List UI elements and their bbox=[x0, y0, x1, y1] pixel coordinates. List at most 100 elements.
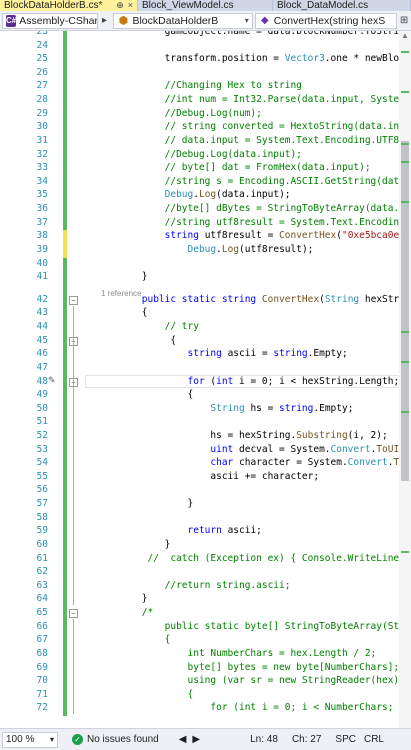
nav-arrow-icon[interactable]: ▸ bbox=[98, 13, 112, 29]
scrollbar-thumb[interactable] bbox=[401, 141, 409, 481]
code-token: //byte[] dBytes = StringToByteArray(data… bbox=[96, 203, 411, 215]
code-token: /* bbox=[96, 607, 154, 619]
code-token: .Empty; bbox=[307, 348, 348, 360]
nav-forward-icon[interactable]: ▶ bbox=[192, 734, 200, 745]
whitespace-indicator[interactable]: SPC bbox=[335, 734, 356, 745]
code-line[interactable]: { bbox=[96, 389, 194, 400]
project-label: Assembly-CSharp bbox=[19, 14, 98, 27]
code-line[interactable]: { bbox=[96, 335, 176, 346]
code-line[interactable]: Debug.Log(utf8result); bbox=[96, 244, 314, 255]
code-line[interactable]: byte[] bytes = new byte[NumberChars]; bbox=[96, 662, 400, 673]
fold-toggle-icon[interactable]: − bbox=[69, 609, 78, 619]
code-line[interactable]: return ascii; bbox=[96, 525, 262, 536]
code-line[interactable]: public static byte[] StringToByteArray(S… bbox=[96, 621, 411, 632]
tab-1[interactable]: Block_ViewModel.cs bbox=[138, 0, 273, 11]
pin-icon[interactable]: ⊕ bbox=[116, 0, 124, 11]
code-line[interactable]: // string converted = HextoString(data.i… bbox=[96, 121, 411, 132]
line-number: 26 bbox=[36, 66, 48, 78]
line-number: 42 bbox=[36, 293, 48, 305]
tab-2[interactable]: Block_DataModel.cs bbox=[273, 0, 411, 11]
code-line[interactable]: //int num = Int32.Parse(data.input, Syst… bbox=[96, 94, 411, 105]
code-line[interactable]: /* bbox=[96, 607, 153, 618]
code-line[interactable]: int NumberChars = hex.Length / 2; bbox=[96, 648, 377, 659]
fold-guide-line bbox=[73, 619, 74, 715]
line-number: 69 bbox=[36, 661, 48, 673]
code-line[interactable]: } bbox=[96, 498, 194, 510]
code-token: } bbox=[96, 498, 194, 510]
scrollbar-change-mark bbox=[401, 201, 409, 203]
code-token: } bbox=[96, 271, 148, 283]
code-line[interactable]: // data.input = System.Text.Encoding.UTF… bbox=[96, 135, 411, 146]
line-number: 41 bbox=[36, 271, 48, 283]
code-editor[interactable]: 23 24 25 26 27 28 29 30 31 32 33 34 35 36 37 38 39 40 41 42… bbox=[0, 31, 411, 728]
fold-toggle-icon[interactable]: − bbox=[69, 295, 78, 305]
code-line[interactable]: for (int i = 0; i < NumberChars; i++) bbox=[96, 702, 411, 713]
line-number: 63 bbox=[36, 579, 48, 591]
edit-pencil-icon[interactable]: ✎ bbox=[48, 375, 56, 386]
nav-back-icon[interactable]: ◀ bbox=[179, 734, 187, 745]
code-line[interactable]: gameObject.name = data.blockNumber.ToStr… bbox=[96, 31, 411, 37]
code-line[interactable]: String hs = string.Empty; bbox=[96, 403, 353, 414]
code-line[interactable]: } bbox=[96, 271, 148, 283]
split-editor-icon[interactable]: ⊞ bbox=[397, 13, 411, 29]
line-number: 54 bbox=[36, 457, 48, 469]
code-line[interactable]: //Changing Hex to string bbox=[96, 80, 302, 91]
code-line[interactable]: //return string.ascii; bbox=[96, 580, 291, 591]
code-line[interactable]: uint decval = System.Convert.ToUInt32( bbox=[96, 444, 411, 455]
column-indicator[interactable]: Ch: 27 bbox=[292, 734, 321, 745]
code-line[interactable]: hs = hexString.Substring(i, 2); bbox=[96, 429, 387, 441]
code-line[interactable]: } bbox=[96, 539, 171, 550]
change-margin-bar bbox=[63, 230, 67, 258]
code-line[interactable]: using (var sr = new StringReader(hex)) bbox=[96, 675, 405, 686]
code-line[interactable]: public static string ConvertHex(String h… bbox=[96, 294, 411, 305]
line-number: 46 bbox=[36, 348, 48, 360]
code-token: // catch (Exception ex) { Console.WriteL… bbox=[96, 552, 411, 564]
code-token: utf8result = bbox=[198, 230, 280, 242]
code-line[interactable]: //string utf8result = System.Text.Encodi… bbox=[96, 217, 411, 228]
scroll-up-icon[interactable]: ▲ bbox=[399, 31, 411, 43]
code-token: } bbox=[96, 593, 148, 605]
code-line[interactable]: //string s = Encoding.ASCII.GetString(da… bbox=[96, 176, 411, 187]
code-line[interactable]: // try bbox=[96, 321, 199, 332]
code-line[interactable]: //Debug.Log(data.input); bbox=[96, 149, 302, 160]
line-indicator[interactable]: Ln: 48 bbox=[250, 734, 278, 745]
line-ending-indicator[interactable]: CRL bbox=[364, 734, 384, 745]
member-dropdown[interactable]: ◆ ConvertHex(string hexS bbox=[254, 12, 398, 29]
code-line[interactable]: // catch (Exception ex) { Console.WriteL… bbox=[96, 553, 411, 564]
line-number: 28 bbox=[36, 94, 48, 106]
code-line[interactable]: { bbox=[96, 634, 171, 645]
close-icon[interactable]: × bbox=[128, 0, 133, 11]
line-number: 45 bbox=[36, 334, 48, 346]
code-token: Substring bbox=[296, 429, 348, 441]
code-token: string bbox=[187, 348, 222, 360]
code-token: hs = hexString. bbox=[96, 429, 297, 441]
code-line[interactable]: char character = System.Convert.ToChar bbox=[96, 457, 411, 468]
code-line[interactable]: ascii += character; bbox=[96, 471, 319, 482]
class-dropdown[interactable]: ⬢ BlockDataHolderB ▾ bbox=[113, 12, 253, 29]
zoom-dropdown[interactable]: 100 % ▾ bbox=[2, 731, 58, 748]
code-line[interactable]: Debug.Log(data.input); bbox=[96, 189, 291, 200]
code-line[interactable]: // byte[] dat = FromHex(data.input); bbox=[96, 162, 371, 173]
scrollbar-change-mark bbox=[401, 91, 409, 93]
tab-label: Block_ViewModel.cs bbox=[142, 0, 234, 11]
tab-0[interactable]: BlockDataHolderB.cs* ⊕ × bbox=[0, 0, 138, 11]
code-line[interactable]: { bbox=[96, 689, 194, 700]
line-number: 47 bbox=[36, 361, 48, 373]
code-line[interactable]: string ascii = string.Empty; bbox=[96, 348, 348, 359]
code-line[interactable]: } bbox=[96, 593, 148, 605]
project-dropdown[interactable]: C# Assembly-CSharp ▾ bbox=[2, 12, 98, 29]
code-line[interactable]: transform.position = Vector3.one * newBl… bbox=[96, 53, 411, 64]
vertical-scrollbar[interactable]: ▲ bbox=[399, 31, 411, 728]
line-number: 70 bbox=[36, 675, 48, 687]
line-number: 65 bbox=[36, 607, 48, 619]
code-line[interactable]: { bbox=[96, 307, 148, 318]
issues-indicator[interactable]: ✓ No issues found bbox=[72, 734, 159, 745]
code-line[interactable]: //Debug.Log(num); bbox=[96, 108, 262, 119]
scrollbar-change-mark bbox=[401, 143, 409, 145]
code-line[interactable]: //byte[] dBytes = StringToByteArray(data… bbox=[96, 203, 411, 214]
code-line[interactable]: string utf8result = ConvertHex("0xe5bca0… bbox=[96, 230, 411, 241]
